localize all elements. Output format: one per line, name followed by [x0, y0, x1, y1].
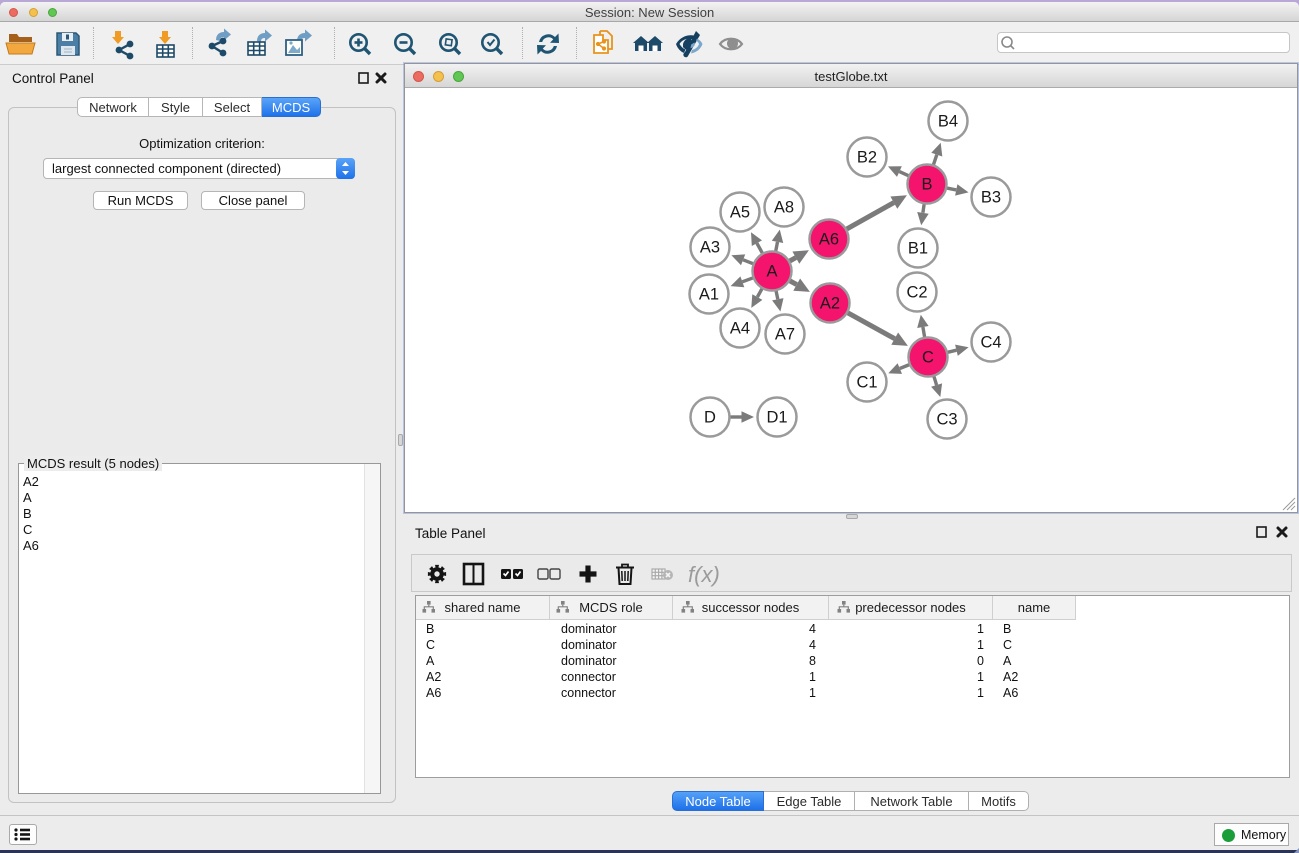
svg-text:B4: B4 [938, 113, 958, 131]
svg-text:C4: C4 [980, 334, 1001, 352]
svg-text:A8: A8 [774, 199, 794, 217]
svg-text:A2: A2 [820, 295, 840, 313]
svg-text:A4: A4 [730, 320, 750, 338]
svg-text:D: D [704, 409, 716, 427]
svg-text:D1: D1 [766, 409, 787, 427]
svg-text:B2: B2 [857, 149, 877, 167]
svg-text:A3: A3 [700, 239, 720, 257]
svg-text:B: B [921, 176, 932, 194]
svg-text:B1: B1 [908, 240, 928, 258]
svg-text:f(x): f(x) [688, 562, 720, 587]
svg-text:C3: C3 [936, 411, 957, 429]
svg-text:A5: A5 [730, 204, 750, 222]
svg-text:C: C [922, 349, 934, 367]
svg-text:A7: A7 [775, 326, 795, 344]
svg-text:B3: B3 [981, 189, 1001, 207]
svg-text:C2: C2 [906, 284, 927, 302]
svg-text:A6: A6 [819, 231, 839, 249]
svg-text:C1: C1 [856, 374, 877, 392]
svg-text:A1: A1 [699, 286, 719, 304]
svg-text:A: A [766, 263, 777, 281]
